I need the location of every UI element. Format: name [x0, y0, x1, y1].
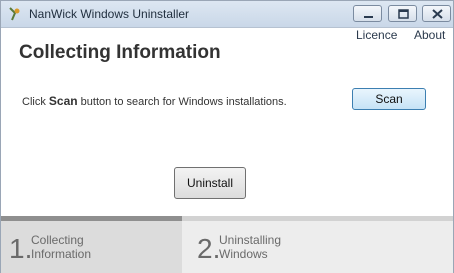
instruction-text: Click Scan button to search for Windows …	[22, 94, 287, 108]
instruction-bold: Scan	[48, 94, 78, 108]
step-uninstalling-windows: 2. Uninstalling Windows	[182, 221, 453, 273]
step-collecting-information: 1. Collecting Information	[1, 221, 182, 273]
step-progress-bar: 1. Collecting Information 2. Uninstallin…	[1, 216, 453, 273]
step-label-line2: Windows	[219, 247, 268, 261]
about-link[interactable]: About	[414, 28, 445, 42]
maximize-icon	[398, 9, 409, 19]
step-label-line1: Collecting	[31, 233, 84, 247]
licence-link[interactable]: Licence	[356, 28, 397, 42]
uninstall-button[interactable]: Uninstall	[174, 167, 246, 199]
scan-button[interactable]: Scan	[352, 88, 426, 110]
window-title: NanWick Windows Uninstaller	[29, 7, 190, 21]
step-label-line2: Information	[31, 247, 92, 261]
step-number: 1.	[9, 233, 33, 264]
close-button[interactable]	[422, 5, 451, 22]
uninstaller-icon	[9, 7, 20, 21]
app-window: NanWick Windows Uninstaller Licence Abou…	[0, 0, 454, 273]
step-number: 2.	[197, 233, 221, 264]
step-label-line1: Uninstalling	[219, 233, 282, 247]
minimize-icon	[364, 16, 373, 18]
instruction-prefix: Click	[22, 96, 46, 108]
instruction-suffix: button to search for Windows installatio…	[80, 96, 287, 108]
step-label: Collecting Information	[31, 233, 91, 261]
close-icon	[432, 9, 443, 19]
minimize-button[interactable]	[353, 5, 382, 22]
title-bar[interactable]: NanWick Windows Uninstaller	[1, 1, 453, 28]
maximize-button[interactable]	[388, 5, 417, 22]
step-label: Uninstalling Windows	[219, 233, 281, 261]
page-title: Collecting Information	[19, 42, 221, 63]
